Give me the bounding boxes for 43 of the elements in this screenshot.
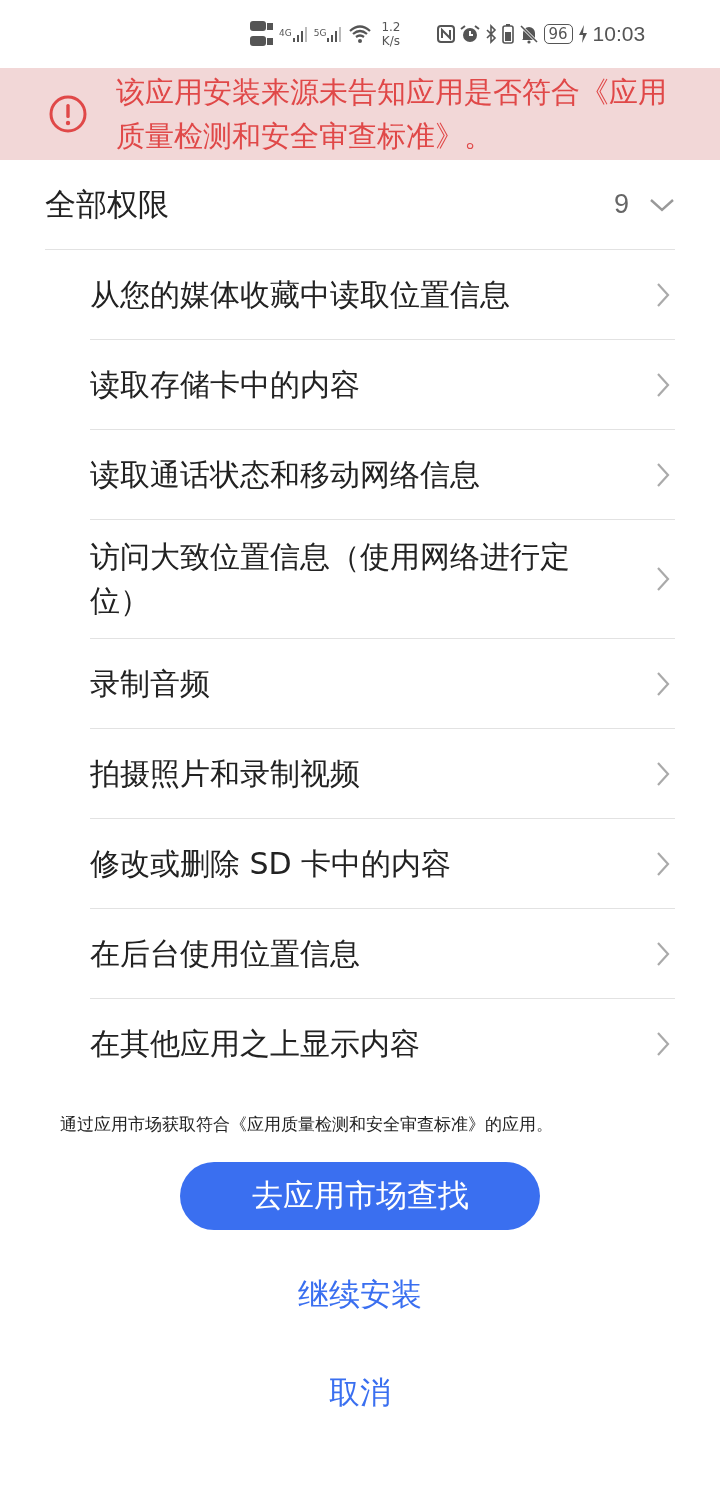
permission-item[interactable]: 从您的媒体收藏中读取位置信息	[90, 250, 675, 340]
chevron-right-icon	[656, 1030, 670, 1057]
chevron-right-icon	[656, 670, 670, 697]
permission-item[interactable]: 在后台使用位置信息	[90, 909, 675, 999]
info-text: 通过应用市场获取符合《应用质量检测和安全审查标准》的应用。	[60, 1114, 554, 1136]
continue-install-button[interactable]: 继续安装	[278, 1262, 442, 1328]
nfc-icon	[436, 25, 455, 43]
permission-item[interactable]: 录制音频	[90, 639, 675, 729]
permission-count: 9	[613, 189, 629, 220]
chevron-right-icon	[656, 760, 670, 787]
battery-level: 96	[543, 24, 573, 44]
chevron-down-icon[interactable]	[649, 196, 675, 213]
signal-icon	[292, 26, 309, 42]
network-label: 5G	[313, 28, 327, 38]
chevron-right-icon	[656, 940, 670, 967]
charging-icon	[577, 24, 588, 44]
permission-item[interactable]: 在其他应用之上显示内容	[90, 999, 675, 1088]
network-label: 4G	[279, 28, 292, 38]
permission-item[interactable]: 读取存储卡中的内容	[90, 340, 675, 430]
permission-item[interactable]: 拍摄照片和录制视频	[90, 729, 675, 819]
alert-icon	[48, 94, 88, 134]
chevron-right-icon	[656, 371, 670, 398]
permission-item[interactable]: 读取通话状态和移动网络信息	[90, 430, 675, 520]
speed-value: 1.2	[381, 20, 401, 34]
bluetooth-icon	[484, 24, 497, 44]
chevron-right-icon	[656, 850, 670, 877]
clock: 10:03	[592, 22, 646, 46]
alarm-icon	[459, 24, 480, 44]
wifi-icon	[348, 24, 373, 44]
permission-item[interactable]: 修改或删除 SD 卡中的内容	[90, 819, 675, 909]
chevron-right-icon	[656, 461, 670, 488]
section-title: 全部权限	[45, 184, 170, 224]
app-market-button[interactable]: 去应用市场查找	[180, 1162, 540, 1230]
warning-text: 该应用安装来源未告知应用是否符合《应用质量检测和安全审查标准》。	[116, 74, 668, 155]
permission-item[interactable]: 访问大致位置信息（使用网络进行定位）	[90, 520, 675, 639]
bell-muted-icon	[518, 24, 539, 44]
battery-icon	[501, 24, 514, 44]
speed-unit: K/s	[381, 34, 401, 48]
hd-icon	[250, 19, 274, 49]
chevron-right-icon	[656, 566, 670, 592]
cancel-button[interactable]: 取消	[309, 1360, 411, 1426]
chevron-right-icon	[656, 281, 670, 308]
signal-icon	[327, 26, 344, 42]
